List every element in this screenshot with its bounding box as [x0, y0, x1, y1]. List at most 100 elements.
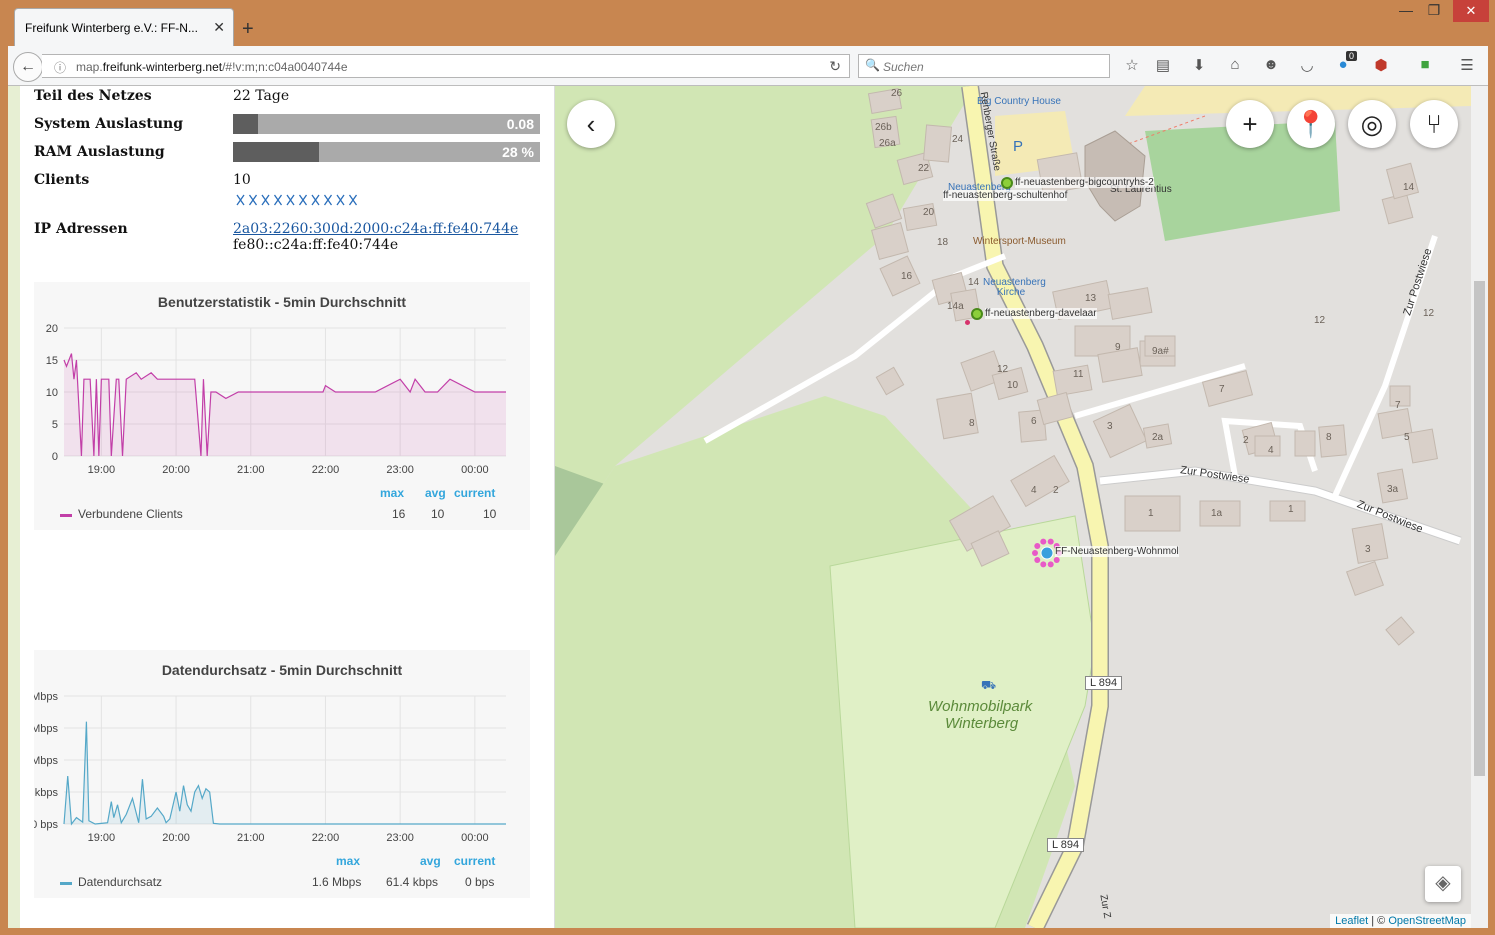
- locate-icon[interactable]: ◎: [1348, 100, 1396, 148]
- x-tick-label: 23:00: [386, 464, 414, 476]
- url-bar[interactable]: ⓘ map.freifunk-winterberg.net/#!v:m;n:c0…: [42, 54, 850, 78]
- scrollbar-thumb[interactable]: [1474, 281, 1485, 776]
- legend-current: 10: [483, 507, 497, 521]
- layers-icon[interactable]: ◈: [1425, 866, 1461, 902]
- house-number: 2: [1053, 485, 1059, 496]
- client-glyph: [348, 194, 358, 206]
- url-text[interactable]: map.freifunk-winterberg.net/#!v:m;n:c04a…: [76, 60, 348, 74]
- ip-local: fe80::c24a:ff:fe40:744e: [233, 237, 399, 253]
- close-sidebar-button[interactable]: ‹: [567, 100, 615, 148]
- reading-list-icon[interactable]: ▤: [1152, 56, 1174, 76]
- legend-avg: 61.4 kbps: [386, 875, 439, 889]
- row-value: 10: [233, 172, 251, 188]
- system-load-value: 0.08: [506, 116, 534, 132]
- row-label: IP Adressen: [34, 221, 128, 237]
- house-number: 1a: [1211, 508, 1223, 519]
- row-label: System Auslastung: [34, 116, 183, 132]
- house-number: 7: [1219, 384, 1225, 395]
- client-glyph: [248, 194, 258, 206]
- download-icon[interactable]: ⬇: [1188, 56, 1210, 76]
- back-button[interactable]: ←: [13, 52, 43, 82]
- close-tab-icon[interactable]: ✕: [213, 19, 225, 36]
- building: [1407, 428, 1438, 464]
- house-number: 8: [1326, 432, 1332, 443]
- x-tick-label: 19:00: [88, 832, 116, 844]
- fork-icon[interactable]: ⑂: [1410, 100, 1458, 148]
- building: [1294, 430, 1316, 457]
- house-number: 1: [1288, 504, 1294, 515]
- house-number: 14a: [947, 301, 964, 312]
- house-number: 12: [1314, 315, 1326, 326]
- node-sidebar: Teil des Netzes 22 Tage System Auslastun…: [8, 86, 555, 928]
- house-number: 12: [1423, 308, 1435, 319]
- legend-series-name[interactable]: Datendurchsatz: [78, 875, 162, 889]
- y-tick-label: 2.0 Mbps: [34, 691, 58, 703]
- maximize-icon[interactable]: ❐: [1420, 2, 1448, 19]
- adblock-icon[interactable]: ⬢: [1370, 56, 1392, 76]
- notification-badge: 0: [1346, 51, 1358, 61]
- legend-header-max: max: [380, 486, 405, 500]
- home-icon[interactable]: ⌂: [1224, 56, 1246, 76]
- page-scrollbar[interactable]: [1471, 86, 1488, 928]
- legend-max: 16: [392, 507, 406, 521]
- node-marker[interactable]: [1001, 177, 1013, 189]
- pin-icon[interactable]: 📍: [1287, 100, 1335, 148]
- bookmark-star-icon[interactable]: ☆: [1121, 56, 1143, 76]
- leaflet-link[interactable]: Leaflet: [1335, 915, 1368, 927]
- client-icon-row: [236, 194, 358, 206]
- house-number: 22: [918, 163, 930, 174]
- legend-series-name[interactable]: Verbundene Clients: [78, 507, 183, 521]
- minimize-icon[interactable]: —: [1392, 2, 1420, 18]
- house-number: 16: [901, 271, 913, 282]
- legend-swatch: [60, 514, 72, 517]
- node-label-davelaar[interactable]: ff-neuastenberg-davelaar: [985, 308, 1097, 319]
- x-tick-label: 19:00: [88, 464, 116, 476]
- legend-header-current: current: [454, 854, 496, 868]
- info-icon[interactable]: ⓘ: [54, 59, 66, 76]
- building: [1318, 424, 1347, 458]
- building: [1107, 287, 1153, 320]
- house-number: 2: [1243, 435, 1249, 446]
- row-label: RAM Auslastung: [34, 144, 165, 160]
- search-placeholder: Suchen: [883, 60, 924, 74]
- house-number: 20: [923, 207, 935, 218]
- node-marker[interactable]: [971, 308, 983, 320]
- client-glyph: [298, 194, 308, 206]
- x-tick-label: 22:00: [312, 832, 340, 844]
- ram-bar: 28 %: [233, 142, 540, 162]
- house-number: 3: [1365, 544, 1371, 555]
- node-label-bigcountryhs[interactable]: ff-neuastenberg-bigcountryhs-2: [1015, 177, 1154, 188]
- zoom-in-button[interactable]: +: [1226, 100, 1274, 148]
- building: [1010, 454, 1070, 508]
- ip-global-link[interactable]: 2a03:2260:300d:2000:c24a:ff:fe40:744e: [233, 221, 518, 237]
- y-tick-label: 15: [46, 355, 58, 367]
- client-ring-dot: [1053, 557, 1060, 564]
- search-bar[interactable]: 🔍 Suchen: [858, 54, 1110, 78]
- node-label-schultenhof[interactable]: ff-neuastenberg-schultenhof: [943, 190, 1068, 201]
- pocket-icon[interactable]: ◡: [1296, 56, 1318, 76]
- house-number: 26: [891, 88, 903, 99]
- house-number: 8: [969, 418, 975, 429]
- legend-header-avg: avg: [420, 854, 441, 868]
- house-number: 26a: [879, 138, 896, 149]
- system-load-fill: [233, 114, 258, 134]
- chat-icon[interactable]: ☻: [1260, 56, 1282, 76]
- new-tab-icon[interactable]: +: [242, 18, 254, 41]
- y-tick-label: 500 kbps: [34, 787, 58, 799]
- browser-tab[interactable]: Freifunk Winterberg e.V.: FF-N... ✕: [14, 8, 234, 46]
- y-tick-label: 1.5 Mbps: [34, 723, 58, 735]
- window-close-icon[interactable]: ✕: [1453, 0, 1489, 22]
- menu-icon[interactable]: ☰: [1456, 56, 1478, 76]
- client-glyph: [273, 194, 283, 206]
- reload-icon[interactable]: ↻: [829, 58, 841, 75]
- node-label-wohnmobil[interactable]: FF-Neuastenberg-Wohnmol: [1055, 546, 1179, 557]
- extension-icon[interactable]: ■: [1414, 56, 1436, 76]
- map-view[interactable]: Big Country House P St. Laurentius Neuas…: [555, 86, 1471, 928]
- building: [1345, 560, 1385, 597]
- client-icons: [233, 192, 363, 212]
- osm-link[interactable]: OpenStreetMap: [1388, 915, 1466, 927]
- y-tick-label: 0 bps: [34, 819, 58, 831]
- legend-header-current: current: [454, 486, 496, 500]
- house-number: 5: [1404, 432, 1410, 443]
- house-number: 3: [1107, 421, 1113, 432]
